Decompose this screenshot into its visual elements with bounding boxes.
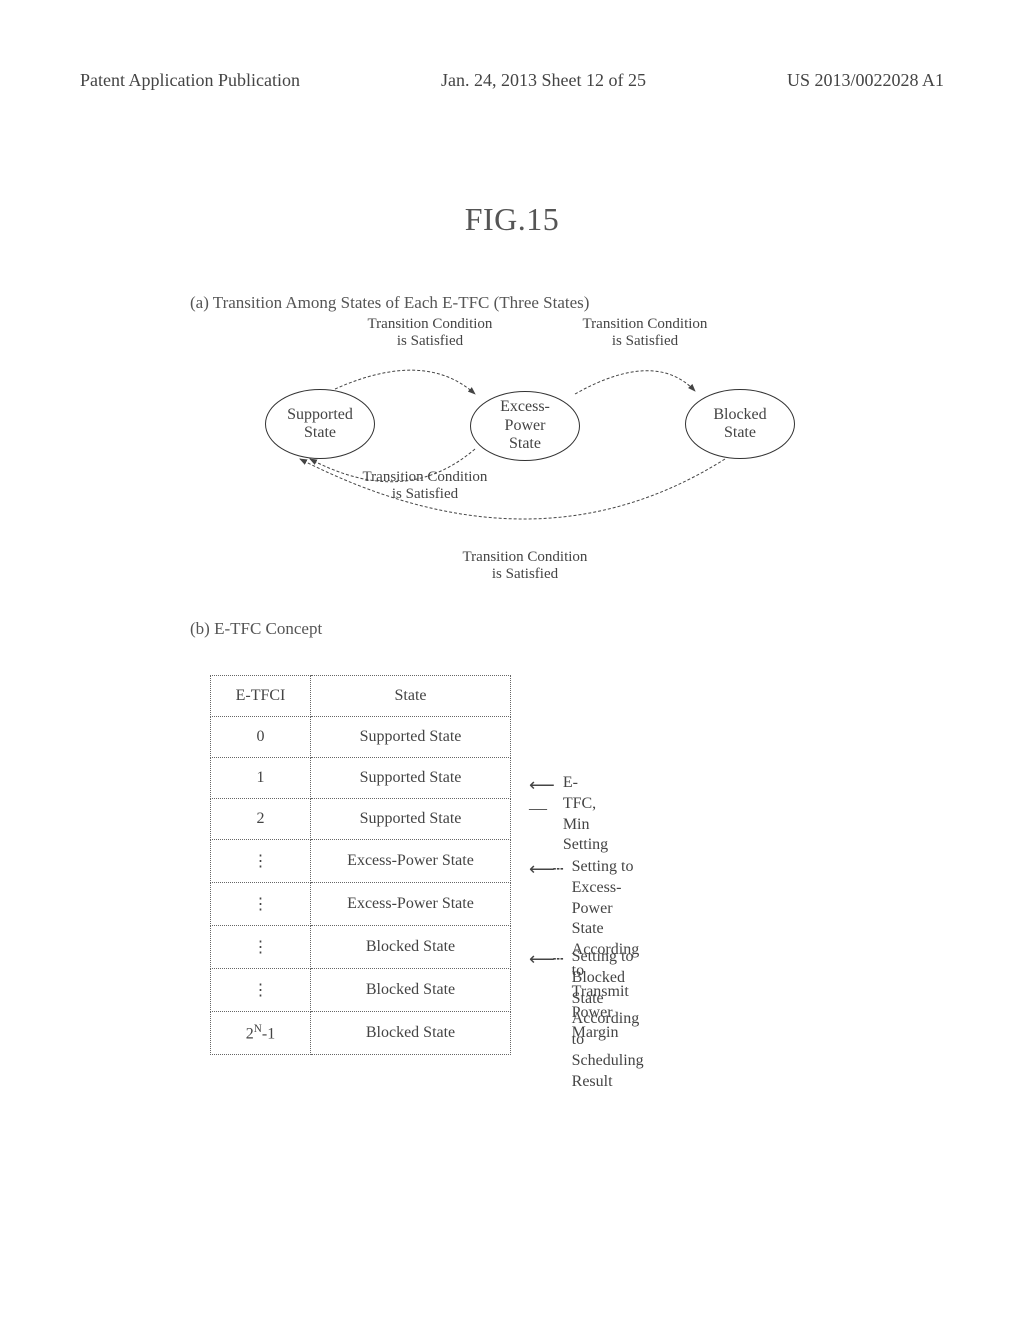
table-row: ⋮ Blocked State: [211, 926, 511, 969]
cell-etfci: 2N-1: [211, 1012, 311, 1055]
cell-etfci: ⋮: [211, 926, 311, 969]
state-supported: Supported State: [265, 389, 375, 459]
cell-state: Supported State: [311, 717, 511, 758]
page-header: Patent Application Publication Jan. 24, …: [80, 70, 944, 91]
cell-state: Supported State: [311, 799, 511, 840]
annotation-text: Setting to Blocked State According to Sc…: [572, 947, 644, 1093]
table-row: ⋮ Blocked State: [211, 969, 511, 1012]
cell-state: Blocked State: [311, 969, 511, 1012]
annotation-text: E-TFC, Min Setting: [563, 773, 608, 856]
state-supported-label: Supported State: [287, 406, 353, 443]
section-b-label: (b) E-TFC Concept: [190, 619, 944, 639]
cell-etfci: ⋮: [211, 883, 311, 926]
cell-etfci: ⋮: [211, 840, 311, 883]
state-blocked-label: Blocked State: [713, 406, 766, 443]
figure-title: FIG.15: [80, 201, 944, 238]
cell-etfci: 2: [211, 799, 311, 840]
section-a-label: (a) Transition Among States of Each E-TF…: [190, 293, 944, 313]
cell-state: Supported State: [311, 758, 511, 799]
col-etfci: E-TFCI: [211, 676, 311, 717]
table-row: ⋮ Excess-Power State: [211, 840, 511, 883]
cell-etfci: 0: [211, 717, 311, 758]
cell-state: Excess-Power State: [311, 883, 511, 926]
state-blocked: Blocked State: [685, 389, 795, 459]
etfc-table: E-TFCI State 0 Supported State 1 Support…: [210, 675, 511, 1055]
cell-state: Blocked State: [311, 926, 511, 969]
table-row: 1 Supported State: [211, 758, 511, 799]
table-row: 2 Supported State: [211, 799, 511, 840]
cell-state: Blocked State: [311, 1012, 511, 1055]
table-row: 0 Supported State: [211, 717, 511, 758]
header-right: US 2013/0022028 A1: [787, 70, 944, 91]
header-left: Patent Application Publication: [80, 70, 300, 91]
arrow-left-dashed-icon: [529, 858, 562, 881]
header-mid: Jan. 24, 2013 Sheet 12 of 25: [441, 70, 646, 91]
annotation: Setting to Blocked State According to Sc…: [529, 947, 644, 1093]
state-excess-power: Excess- Power State: [470, 391, 580, 461]
etfc-table-wrap: E-TFCI State 0 Supported State 1 Support…: [210, 675, 944, 1075]
state-diagram: Supported State Excess- Power State Bloc…: [265, 319, 945, 579]
table-row: 2N-1 Blocked State: [211, 1012, 511, 1055]
state-excess-label: Excess- Power State: [500, 398, 550, 453]
arrow-left-icon: [529, 774, 553, 821]
cell-etfci: ⋮: [211, 969, 311, 1012]
cell-etfci: 1: [211, 758, 311, 799]
arrow-left-dashed-icon: [529, 948, 562, 971]
table-row: ⋮ Excess-Power State: [211, 883, 511, 926]
col-state: State: [311, 676, 511, 717]
cell-state: Excess-Power State: [311, 840, 511, 883]
transition-arrows: [265, 319, 945, 579]
table-header-row: E-TFCI State: [211, 676, 511, 717]
annotation: E-TFC, Min Setting: [529, 773, 608, 856]
